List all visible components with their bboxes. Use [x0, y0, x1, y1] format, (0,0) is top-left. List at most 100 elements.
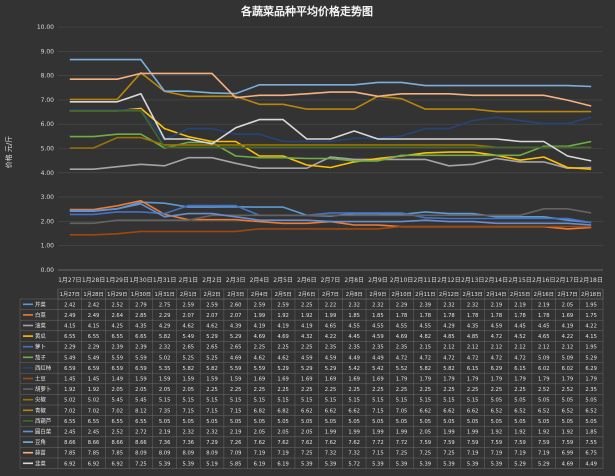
y-tick-label: 1.00 — [41, 243, 55, 250]
y-tick-label: 2.00 — [41, 218, 55, 225]
table-cell: 4.72 — [396, 355, 408, 361]
table-cell: 1.69 — [562, 313, 574, 319]
series-line — [69, 93, 592, 162]
table-cell: 4.85 — [467, 334, 479, 340]
table-cell: 5.15 — [301, 398, 313, 404]
table-cell: 4.65 — [325, 324, 337, 330]
table-header-cell: 2月18日 — [581, 291, 601, 298]
table-cell: 1.99 — [325, 430, 337, 436]
table-cell: 2.29 — [396, 302, 408, 308]
table-cell: 6.52 — [491, 408, 503, 414]
table-cell: 8.66 — [88, 440, 100, 446]
legend-series-name: 白菜 — [35, 311, 46, 319]
table-cell: 4.22 — [325, 334, 337, 340]
table-cell: 1.59 — [206, 377, 218, 383]
table-cell: 6.02 — [562, 366, 574, 372]
table-cell: 5.52 — [396, 366, 408, 372]
table-cell: 5.05 — [277, 419, 289, 425]
table-cell: 5.29 — [325, 366, 337, 372]
table-cell: 2.60 — [230, 302, 242, 308]
table-cell: 2.59 — [277, 302, 289, 308]
table-cell: 2.75 — [159, 302, 171, 308]
table-cell: 2.42 — [88, 302, 100, 308]
table-cell: 1.79 — [396, 377, 408, 383]
table-header-cell: 2月6日 — [298, 291, 315, 298]
table-cell: 6.52 — [514, 408, 526, 414]
table-cell: 5.15 — [325, 398, 337, 404]
table-cell: 6.02 — [538, 366, 550, 372]
table-cell: 2.59 — [206, 302, 218, 308]
table-cell: 2.39 — [420, 302, 432, 308]
table-cell: 2.12 — [514, 345, 526, 351]
table-cell: 2.25 — [301, 387, 313, 393]
table-cell: 7.29 — [206, 440, 218, 446]
table-cell: 6.59 — [111, 366, 123, 372]
table-cell: 7.26 — [230, 440, 242, 446]
table-cell: 7.02 — [88, 408, 100, 414]
table-cell: 6.92 — [64, 461, 76, 467]
table-cell: 5.02 — [64, 398, 76, 404]
y-tick-label: 7.00 — [41, 97, 55, 104]
table-cell: 2.25 — [206, 387, 218, 393]
table-cell: 2.72 — [135, 430, 147, 436]
table-cell: 1.59 — [159, 377, 171, 383]
table-cell: 2.35 — [348, 345, 360, 351]
table-cell: 7.59 — [491, 440, 503, 446]
table-cell: 6.59 — [88, 366, 100, 372]
table-cell: 2.45 — [64, 430, 76, 436]
table-cell: 5.05 — [467, 419, 479, 425]
table-cell: 2.32 — [206, 430, 218, 436]
table-cell: 4.72 — [443, 355, 455, 361]
table-cell: 2.35 — [325, 345, 337, 351]
table-cell: 7.25 — [420, 451, 432, 457]
table-cell: 4.69 — [562, 461, 574, 467]
table-cell: 4.49 — [585, 461, 597, 467]
table-cell: 5.19 — [206, 461, 218, 467]
table-cell: 5.05 — [301, 419, 313, 425]
x-tick-label: 2月9日 — [368, 277, 388, 284]
table-cell: 8.66 — [64, 440, 76, 446]
table-cell: 5.39 — [491, 461, 503, 467]
table-cell: 7.62 — [254, 440, 266, 446]
table-header-cell: 2月13日 — [463, 291, 483, 298]
table-cell: 2.25 — [254, 387, 266, 393]
table-cell: 1.92 — [514, 430, 526, 436]
table-cell: 2.25 — [301, 302, 313, 308]
table-cell: 5.49 — [64, 355, 76, 361]
table-cell: 5.59 — [111, 355, 123, 361]
table-cell: 6.15 — [467, 366, 479, 372]
table-cell: 7.09 — [230, 451, 242, 457]
legend-series-name: 韭菜 — [35, 459, 46, 467]
table-cell: 2.12 — [491, 345, 503, 351]
x-tick-label: 2月13日 — [461, 277, 484, 284]
table-cell: 2.25 — [348, 387, 360, 393]
table-cell: 5.39 — [420, 461, 432, 467]
table-cell: 5.39 — [467, 461, 479, 467]
table-cell: 4.62 — [183, 324, 195, 330]
table-cell: 5.15 — [159, 398, 171, 404]
table-header-cell: 2月3日 — [227, 291, 244, 298]
y-tick-label: 8.00 — [41, 73, 55, 80]
table-cell: 7.25 — [135, 461, 147, 467]
table-cell: 1.92 — [491, 430, 503, 436]
table-cell: 5.42 — [348, 366, 360, 372]
table-cell: 2.05 — [301, 430, 313, 436]
table-cell: 5.29 — [277, 366, 289, 372]
table-cell: 2.25 — [301, 345, 313, 351]
table-cell: 2.19 — [159, 430, 171, 436]
legend-series-name: 豆角 — [35, 438, 46, 446]
table-cell: 6.19 — [254, 461, 266, 467]
table-cell: 5.05 — [491, 419, 503, 425]
table-cell: 1.92 — [64, 387, 76, 393]
legend-series-name: 胡萝卜 — [35, 385, 51, 393]
table-cell: 1.95 — [585, 345, 597, 351]
table-cell: 2.19 — [538, 302, 550, 308]
table-cell: 1.92 — [562, 430, 574, 436]
table-cell: 7.19 — [491, 451, 503, 457]
table-cell: 4.72 — [467, 355, 479, 361]
table-cell: 6.29 — [585, 366, 597, 372]
table-cell: 5.39 — [325, 461, 337, 467]
x-tick-label: 2月10日 — [390, 277, 413, 284]
table-cell: 5.29 — [538, 461, 550, 467]
table-cell: 2.59 — [254, 302, 266, 308]
